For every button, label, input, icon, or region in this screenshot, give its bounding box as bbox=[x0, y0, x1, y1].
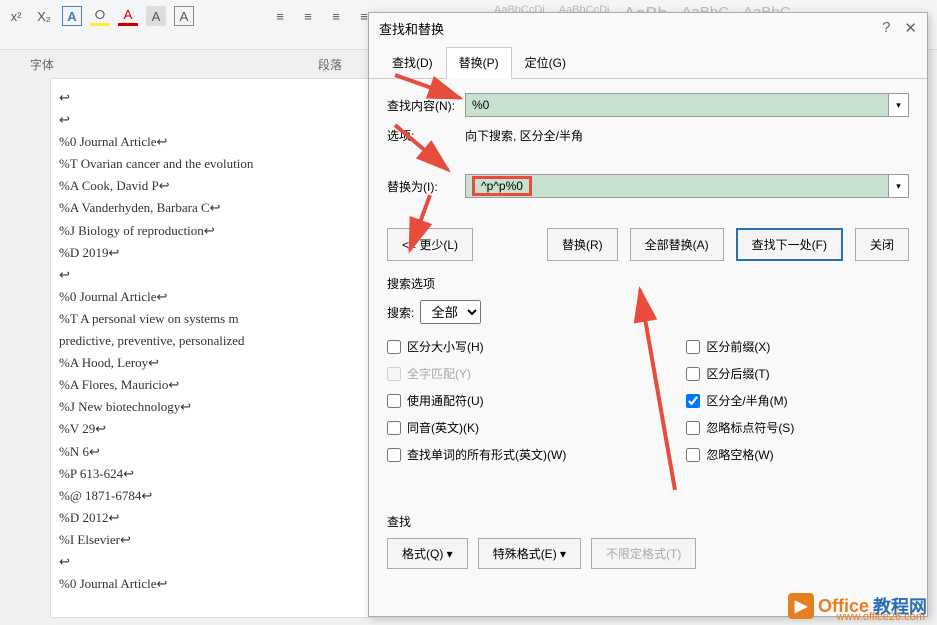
char-shading-icon[interactable]: A bbox=[146, 6, 166, 26]
doc-line: %A Cook, David P↩ bbox=[59, 175, 361, 197]
replace-dropdown-icon[interactable]: ▾ bbox=[889, 174, 909, 198]
subscript-icon[interactable]: X₂ bbox=[34, 6, 54, 26]
tab-find[interactable]: 查找(D) bbox=[379, 47, 446, 78]
tab-goto[interactable]: 定位(G) bbox=[512, 47, 579, 78]
find-section-label: 查找 bbox=[387, 513, 909, 530]
doc-line: %0 Journal Article↩ bbox=[59, 131, 361, 153]
doc-line: %D 2019↩ bbox=[59, 242, 361, 264]
format-button[interactable]: 格式(Q) ▾ bbox=[387, 538, 468, 569]
checkbox-match-case[interactable]: 区分大小写(H) bbox=[387, 338, 566, 355]
doc-line: ↩ bbox=[59, 551, 361, 573]
char-border-icon[interactable]: A bbox=[174, 6, 194, 26]
doc-line: %J Biology of reproduction↩ bbox=[59, 220, 361, 242]
doc-line: %T A personal view on systems m bbox=[59, 308, 361, 330]
doc-line: ↩ bbox=[59, 87, 361, 109]
no-format-button: 不限定格式(T) bbox=[591, 538, 696, 569]
doc-line: %P 613-624↩ bbox=[59, 463, 361, 485]
replace-label: 替换为(I): bbox=[387, 178, 465, 195]
checkbox-prefix[interactable]: 区分前缀(X) bbox=[686, 338, 794, 355]
text-effects-icon[interactable]: A bbox=[62, 6, 82, 26]
find-next-button[interactable]: 查找下一处(F) bbox=[736, 228, 843, 261]
find-replace-dialog: 查找和替换 ? ✕ 查找(D) 替换(P) 定位(G) 查找内容(N): ▾ 选… bbox=[368, 12, 928, 617]
checkbox-sounds-like[interactable]: 同音(英文)(K) bbox=[387, 419, 566, 436]
options-value: 向下搜索, 区分全/半角 bbox=[465, 127, 583, 144]
checkbox-ignore-punct[interactable]: 忽略标点符号(S) bbox=[686, 419, 794, 436]
doc-line: %T Ovarian cancer and the evolution bbox=[59, 153, 361, 175]
checkbox-whole-word: 全字匹配(Y) bbox=[387, 365, 566, 382]
help-icon[interactable]: ? bbox=[882, 19, 890, 37]
special-format-button[interactable]: 特殊格式(E) ▾ bbox=[478, 538, 581, 569]
checkbox-fullhalf[interactable]: 区分全/半角(M) bbox=[686, 392, 794, 409]
checkbox-suffix[interactable]: 区分后缀(T) bbox=[686, 365, 794, 382]
doc-line: %I Elsevier↩ bbox=[59, 529, 361, 551]
ribbon-toolbar: x² X₂ A ⭘ A A A ≡ ≡ ≡ ≡ bbox=[0, 6, 374, 26]
search-direction-select[interactable]: 全部 bbox=[420, 300, 481, 324]
options-label: 选项: bbox=[387, 127, 465, 144]
annotation-red-box: ^p^p%0 bbox=[472, 176, 532, 196]
find-dropdown-icon[interactable]: ▾ bbox=[889, 93, 909, 117]
doc-line: %0 Journal Article↩ bbox=[59, 573, 361, 595]
document-content[interactable]: ↩ ↩ %0 Journal Article↩ %T Ovarian cance… bbox=[50, 78, 370, 618]
align-center-icon[interactable]: ≡ bbox=[298, 6, 318, 26]
doc-line: ↩ bbox=[59, 264, 361, 286]
highlight-icon[interactable]: ⭘ bbox=[90, 6, 110, 26]
doc-line: %A Hood, Leroy↩ bbox=[59, 352, 361, 374]
section-label-paragraph: 段落 bbox=[318, 56, 342, 73]
watermark-url: www.office26.com bbox=[837, 611, 925, 623]
dialog-body: 查找内容(N): ▾ 选项: 向下搜索, 区分全/半角 替换为(I): ^p^p… bbox=[369, 79, 927, 583]
checkbox-word-forms[interactable]: 查找单词的所有形式(英文)(W) bbox=[387, 446, 566, 463]
doc-line: %J New biotechnology↩ bbox=[59, 396, 361, 418]
checkbox-wildcards[interactable]: 使用通配符(U) bbox=[387, 392, 566, 409]
less-button[interactable]: << 更少(L) bbox=[387, 228, 473, 261]
doc-line: predictive, preventive, personalized bbox=[59, 330, 361, 352]
align-left-icon[interactable]: ≡ bbox=[270, 6, 290, 26]
section-label-font: 字体 bbox=[30, 56, 54, 73]
close-icon[interactable]: ✕ bbox=[904, 19, 917, 37]
doc-line: %A Vanderhyden, Barbara C↩ bbox=[59, 197, 361, 219]
find-label: 查找内容(N): bbox=[387, 97, 465, 114]
close-button[interactable]: 关闭 bbox=[855, 228, 909, 261]
dialog-tabs: 查找(D) 替换(P) 定位(G) bbox=[369, 43, 927, 79]
doc-line: ↩ bbox=[59, 109, 361, 131]
replace-input[interactable]: ^p^p%0 bbox=[465, 174, 889, 198]
dialog-title-text: 查找和替换 bbox=[379, 19, 882, 38]
watermark-icon: ▶ bbox=[788, 593, 814, 619]
replace-button[interactable]: 替换(R) bbox=[547, 228, 618, 261]
align-right-icon[interactable]: ≡ bbox=[326, 6, 346, 26]
doc-line: %0 Journal Article↩ bbox=[59, 286, 361, 308]
search-options-label: 搜索选项 bbox=[387, 275, 909, 292]
doc-line: %V 29↩ bbox=[59, 418, 361, 440]
doc-line: %N 6↩ bbox=[59, 441, 361, 463]
doc-line: %A Flores, Mauricio↩ bbox=[59, 374, 361, 396]
font-color-icon[interactable]: A bbox=[118, 6, 138, 26]
doc-line: %@ 1871-6784↩ bbox=[59, 485, 361, 507]
dialog-titlebar[interactable]: 查找和替换 ? ✕ bbox=[369, 13, 927, 43]
superscript-icon[interactable]: x² bbox=[6, 6, 26, 26]
doc-line: %D 2012↩ bbox=[59, 507, 361, 529]
find-input[interactable] bbox=[465, 93, 889, 117]
search-direction-label: 搜索: bbox=[387, 304, 414, 321]
replace-all-button[interactable]: 全部替换(A) bbox=[630, 228, 724, 261]
checkbox-ignore-space[interactable]: 忽略空格(W) bbox=[686, 446, 794, 463]
tab-replace[interactable]: 替换(P) bbox=[446, 47, 512, 79]
